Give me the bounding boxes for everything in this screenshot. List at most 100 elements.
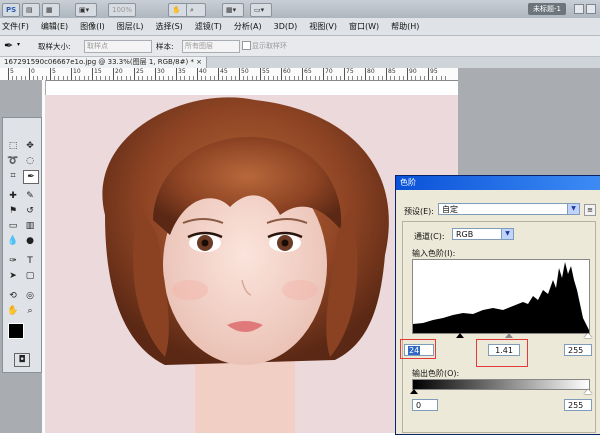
ruler-tick-label: 95 xyxy=(430,68,438,75)
hand-icon[interactable]: ✋ xyxy=(168,3,188,17)
ruler-minor-tick xyxy=(171,76,173,80)
history-brush-tool-icon[interactable]: ↺ xyxy=(23,205,37,217)
histogram-graph xyxy=(413,262,589,333)
brush-tool-icon[interactable]: ✎ xyxy=(23,190,37,202)
ruler-tick-label: 75 xyxy=(346,68,354,75)
toolbox: ⬚ ✥ ➰ ◌ ⌗ ✒ ✚ ✎ ⚑ ↺ ▭ ▥ 💧 ● ✑ T ➤ ▢ ⟲ ◎ … xyxy=(2,117,42,373)
output-black-field[interactable]: 0 xyxy=(412,399,438,411)
output-levels-label: 输出色阶(O): xyxy=(412,369,460,378)
dodge-tool-icon[interactable]: ● xyxy=(23,235,37,247)
shape-tool-icon[interactable]: ▢ xyxy=(23,270,37,282)
ruler-minor-tick xyxy=(339,76,341,80)
ruler-tick-label: 85 xyxy=(388,68,396,75)
marquee-tool-icon[interactable]: ⬚ xyxy=(6,140,20,152)
output-slider-track[interactable] xyxy=(410,389,592,394)
preset-options-icon[interactable]: ≡ xyxy=(584,204,596,216)
ruler-minor-tick xyxy=(117,76,119,80)
gradient-tool-icon[interactable]: ▥ xyxy=(23,220,37,232)
ruler-minor-tick xyxy=(251,76,253,80)
levels-dialog: 色阶 预设(E): 自定 ▼ ≡ 通道(C): RGB ▼ 输入色阶(I): 2… xyxy=(395,175,600,435)
view-extras-icon[interactable]: ▣▾ xyxy=(75,3,97,17)
chevron-down-icon[interactable]: ▼ xyxy=(501,229,513,239)
highlight-box xyxy=(476,339,528,367)
menu-3d[interactable]: 3D(D) xyxy=(268,22,304,31)
ruler-tick xyxy=(281,68,282,80)
ruler-minor-tick xyxy=(331,76,333,80)
black-point-slider[interactable] xyxy=(456,333,464,338)
ruler-tick xyxy=(239,68,240,80)
ruler-tick-label: 25 xyxy=(136,68,144,75)
white-point-slider[interactable] xyxy=(584,333,592,338)
output-white-field[interactable]: 255 xyxy=(564,399,592,411)
3d-rotate-tool-icon[interactable]: ⟲ xyxy=(6,290,20,302)
minibridge-icon[interactable]: ▦ xyxy=(42,3,60,17)
channel-select[interactable]: RGB ▼ xyxy=(452,228,514,240)
ruler-minor-tick xyxy=(411,76,413,80)
stamp-tool-icon[interactable]: ⚑ xyxy=(6,205,20,217)
zoom-tool-icon[interactable]: ⌕ xyxy=(23,305,37,317)
zoom-icon[interactable]: ⌕ xyxy=(186,3,206,17)
horizontal-ruler[interactable]: 5 0 5 10 15 20 25 30 35 40 45 50 55 60 65 70 75 80 85 90 95 xyxy=(0,68,458,81)
foreground-color-swatch[interactable] xyxy=(8,323,24,339)
menu-image[interactable]: 图像(I) xyxy=(74,21,111,32)
menu-layer[interactable]: 图层(L) xyxy=(111,21,150,32)
screen-mode-icon[interactable]: ▭▾ xyxy=(250,3,272,17)
maximize-icon[interactable] xyxy=(586,4,596,14)
crop-tool-icon[interactable]: ⌗ xyxy=(6,170,20,182)
chevron-down-icon[interactable]: ▼ xyxy=(567,204,579,214)
sample-size-select[interactable]: 取样点 xyxy=(84,40,152,53)
ruler-minor-tick xyxy=(289,76,291,80)
type-tool-icon[interactable]: T xyxy=(23,255,37,267)
ruler-minor-tick xyxy=(377,76,379,80)
hand-tool-icon[interactable]: ✋ xyxy=(6,305,20,317)
move-tool-icon[interactable]: ✥ xyxy=(23,140,37,152)
quick-select-tool-icon[interactable]: ◌ xyxy=(23,155,37,167)
ruler-tick xyxy=(50,68,51,80)
3d-orbit-tool-icon[interactable]: ◎ xyxy=(23,290,37,302)
pen-tool-icon[interactable]: ✑ xyxy=(6,255,20,267)
show-ring-checkbox[interactable] xyxy=(242,41,251,50)
ruler-tick-label: 5 xyxy=(52,68,56,75)
zoom-level[interactable]: 100% xyxy=(108,3,137,17)
healing-tool-icon[interactable]: ✚ xyxy=(6,190,20,202)
menu-bar: 文件(F) 编辑(E) 图像(I) 图层(L) 选择(S) 滤镜(T) 分析(A… xyxy=(0,18,600,36)
output-white-slider[interactable] xyxy=(584,389,592,394)
input-slider-track[interactable] xyxy=(412,333,592,338)
ruler-minor-tick xyxy=(310,76,312,80)
output-black-slider[interactable] xyxy=(410,389,418,394)
menu-view[interactable]: 视图(V) xyxy=(303,21,343,32)
document-tab[interactable]: 167291590c06667e1o.jpg @ 33.3%(图层 1, RGB… xyxy=(0,57,208,68)
sample-select[interactable]: 所有图层 xyxy=(182,40,240,53)
ruler-minor-tick xyxy=(444,76,446,80)
menu-edit[interactable]: 编辑(E) xyxy=(35,21,74,32)
ruler-minor-tick xyxy=(436,76,438,80)
eyedropper-icon[interactable]: ✒ xyxy=(4,39,13,52)
bridge-icon[interactable]: ▤ xyxy=(22,3,40,17)
input-white-field[interactable]: 255 xyxy=(564,344,592,356)
arrange-docs-icon[interactable]: ▦▾ xyxy=(222,3,244,17)
ruler-tick xyxy=(176,68,177,80)
menu-window[interactable]: 窗口(W) xyxy=(343,21,385,32)
minimize-icon[interactable] xyxy=(574,4,584,14)
menu-select[interactable]: 选择(S) xyxy=(149,21,188,32)
blur-tool-icon[interactable]: 💧 xyxy=(6,235,20,247)
gamma-slider[interactable] xyxy=(505,333,513,338)
ruler-tick xyxy=(197,68,198,80)
ruler-tick-label: 10 xyxy=(73,68,81,75)
ruler-minor-tick xyxy=(276,76,278,80)
eyedropper-tool-icon[interactable]: ✒ xyxy=(23,170,39,184)
quick-mask-icon[interactable]: ◘ xyxy=(14,353,30,367)
ruler-minor-tick xyxy=(314,76,316,80)
ruler-minor-tick xyxy=(369,76,371,80)
ruler-minor-tick xyxy=(356,76,358,80)
preset-select[interactable]: 自定 ▼ xyxy=(438,203,580,215)
document-badge[interactable]: 未标题-1 xyxy=(528,3,566,15)
menu-file[interactable]: 文件(F) xyxy=(0,21,35,32)
lasso-tool-icon[interactable]: ➰ xyxy=(6,155,20,167)
menu-help[interactable]: 帮助(H) xyxy=(385,21,425,32)
menu-analysis[interactable]: 分析(A) xyxy=(228,21,268,32)
path-select-tool-icon[interactable]: ➤ xyxy=(6,270,20,282)
chevron-down-icon[interactable]: ▾ xyxy=(17,41,20,48)
eraser-tool-icon[interactable]: ▭ xyxy=(6,220,20,232)
menu-filter[interactable]: 滤镜(T) xyxy=(189,21,228,32)
